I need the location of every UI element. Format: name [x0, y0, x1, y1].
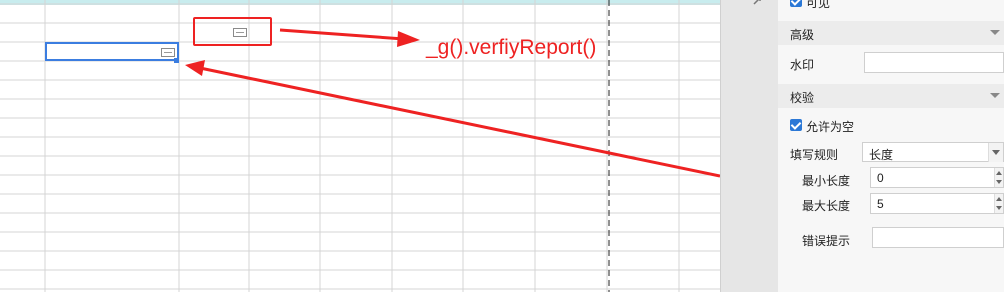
visible-checkbox[interactable]	[790, 0, 802, 7]
arrow-to-function	[279, 28, 405, 41]
error-tip-label: 错误提示	[802, 234, 851, 248]
arrow-head-right	[397, 31, 420, 47]
annotation-arrows	[185, 28, 720, 178]
min-length-label: 最小长度	[802, 174, 851, 188]
fill-rule-value: 长度	[869, 148, 894, 162]
section-header-validation[interactable]: 校验	[778, 84, 1004, 108]
error-tip-input[interactable]	[872, 227, 1004, 248]
max-length-value: 5	[877, 197, 884, 211]
allow-empty-checkbox[interactable]	[790, 119, 802, 131]
watermark-label: 水印	[790, 58, 815, 72]
section-title: 校验	[790, 91, 815, 105]
visible-label: 可见	[806, 0, 831, 10]
chevron-down-icon[interactable]	[988, 143, 1003, 162]
section-header-advanced[interactable]: 高级	[778, 21, 1004, 45]
fill-rule-select[interactable]: 长度	[862, 142, 1004, 162]
panel-divider-strip	[720, 0, 779, 292]
collapse-icon[interactable]	[990, 93, 1000, 98]
link-icon[interactable]	[752, 0, 764, 8]
property-panel: 可见 高级 水印 校验 允许为空 填写规则 长度 最小长度 0 最大长度 5 错…	[778, 0, 1004, 292]
spinner-arrows-icon[interactable]	[994, 194, 1003, 213]
section-title: 高级	[790, 28, 815, 42]
collapse-icon[interactable]	[990, 30, 1000, 35]
watermark-input[interactable]	[864, 52, 1004, 73]
min-length-input[interactable]: 0	[870, 167, 1004, 188]
arrow-to-cell	[199, 66, 720, 178]
min-length-value: 0	[877, 171, 884, 185]
spreadsheet-canvas[interactable]: _g().verfiyReport()	[0, 0, 720, 292]
arrow-head-left	[185, 60, 205, 76]
max-length-label: 最大长度	[802, 199, 851, 213]
fill-rule-label: 填写规则	[790, 148, 839, 162]
max-length-input[interactable]: 5	[870, 193, 1004, 214]
spinner-arrows-icon[interactable]	[994, 168, 1003, 187]
allow-empty-label: 允许为空	[806, 120, 855, 134]
